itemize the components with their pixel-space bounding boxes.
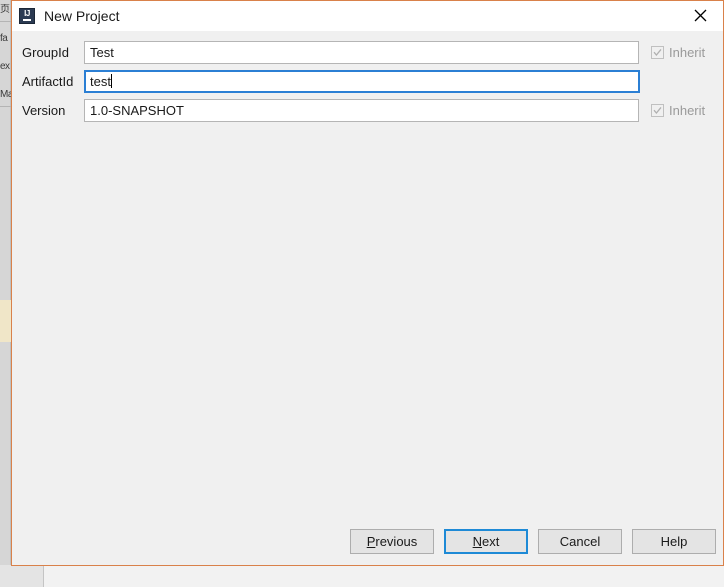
intellij-idea-icon: IJ — [19, 8, 35, 24]
cancel-button-label: Cancel — [559, 534, 601, 549]
ide-tool-label-1[interactable]: fa — [0, 33, 11, 44]
ide-strip-divider-0 — [0, 21, 11, 22]
close-icon[interactable] — [678, 1, 723, 30]
dialog-titlebar: IJ New Project — [12, 1, 723, 31]
version-inherit-checkbox[interactable] — [651, 103, 664, 117]
ide-bottom-tab[interactable] — [0, 565, 44, 587]
dialog-content: GroupId Test Inherit ArtifactId test Ver… — [12, 31, 723, 565]
groupid-input-value: Test — [90, 44, 114, 60]
next-button-label: ext — [482, 534, 500, 549]
ide-tool-label-3[interactable]: Ma — [0, 89, 11, 100]
artifactid-label: ArtifactId — [22, 73, 74, 89]
groupid-input[interactable]: Test — [84, 40, 639, 64]
ide-left-toolstrip[interactable]: 页 fa ex Ma — [0, 0, 11, 587]
groupid-label: GroupId — [22, 44, 69, 60]
groupid-inherit-label: Inherit — [669, 44, 706, 60]
artifactid-input-value: test — [90, 73, 111, 89]
previous-button-label: revious — [375, 534, 418, 549]
version-inherit-label: Inherit — [669, 102, 706, 118]
version-label: Version — [22, 102, 66, 118]
previous-button-mnemonic: P — [366, 534, 376, 549]
artifactid-input[interactable]: test — [84, 69, 640, 93]
ide-strip-divider-1 — [0, 106, 11, 107]
intellij-idea-icon-bar — [23, 19, 31, 21]
ide-tool-label-0[interactable]: 页 — [0, 4, 11, 15]
help-button[interactable]: Help — [632, 529, 716, 554]
intellij-idea-icon-text: IJ — [24, 9, 30, 18]
dialog-button-bar: Previous Next Cancel Help — [12, 529, 723, 554]
next-button[interactable]: Next — [444, 529, 528, 554]
version-input-value: 1.0-SNAPSHOT — [90, 102, 184, 118]
ide-tool-label-2[interactable]: ex — [0, 61, 11, 72]
version-input[interactable]: 1.0-SNAPSHOT — [84, 98, 639, 122]
previous-button[interactable]: Previous — [350, 529, 434, 554]
help-button-label: Help — [660, 534, 688, 549]
new-project-dialog: IJ New Project GroupId Test Inherit Arti… — [11, 0, 724, 566]
form-row-version: Version 1.0-SNAPSHOT Inherit — [12, 98, 723, 122]
groupid-inherit-checkbox[interactable] — [651, 45, 664, 59]
next-button-mnemonic: N — [472, 534, 483, 549]
groupid-inherit-group[interactable]: Inherit — [651, 45, 705, 60]
ide-status-bar — [0, 565, 724, 587]
text-caret — [110, 73, 112, 88]
cancel-button[interactable]: Cancel — [538, 529, 622, 554]
ide-highlight-band — [0, 300, 11, 342]
dialog-title: New Project — [44, 8, 120, 24]
version-inherit-group[interactable]: Inherit — [651, 103, 705, 118]
form-row-groupid: GroupId Test Inherit — [12, 40, 723, 64]
form-row-artifactid: ArtifactId test — [12, 69, 723, 93]
